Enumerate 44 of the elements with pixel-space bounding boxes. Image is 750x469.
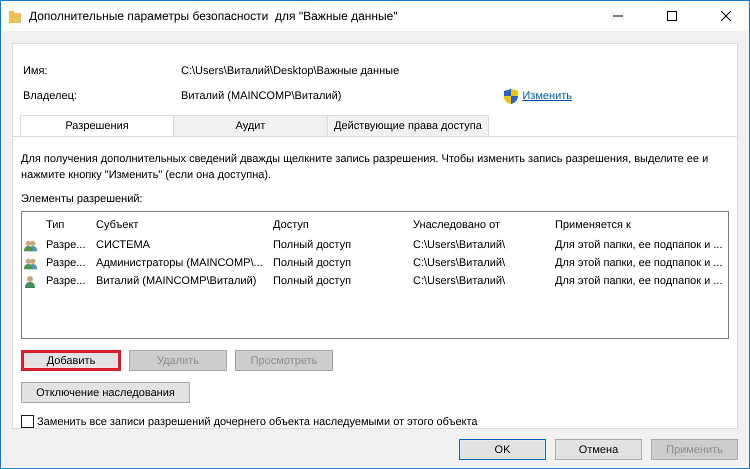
permissions-list-label: Элементы разрешений: bbox=[21, 193, 144, 206]
column-header[interactable]: Доступ bbox=[269, 219, 409, 232]
column-header[interactable]: Субъект bbox=[92, 219, 269, 232]
maximize-icon bbox=[667, 11, 677, 21]
table-cell-text: СИСТЕМА bbox=[95, 239, 151, 252]
close-icon bbox=[721, 11, 731, 21]
table-cell-text: Для этой папки, ее подпапок и ... bbox=[554, 257, 724, 270]
table-cell-text: C:\Users\Виталий\ bbox=[412, 275, 506, 288]
tab[interactable]: Действующие права доступа bbox=[327, 115, 489, 136]
table-cell-text: Для этой папки, ее подпапок и ... bbox=[554, 239, 724, 252]
window-title: Дополнительные параметры безопасности для "Важные данные" bbox=[29, 9, 399, 23]
shield-icon bbox=[504, 88, 518, 104]
table-cell-text: Для этой папки, ее подпапок и ... bbox=[554, 275, 724, 288]
description-text: Для получения дополнительных сведений дважды щелкните запись разрешения. Чтобы изменить запись разрешения, выделите ее и нажмите кнопку "Изменить" (если она доступна). bbox=[21, 152, 710, 184]
table-cell-text: Разре... bbox=[45, 257, 86, 270]
user-group-icon bbox=[24, 256, 38, 270]
user-group-icon bbox=[24, 238, 38, 252]
table-cell-text: Разре... bbox=[45, 239, 86, 252]
tab[interactable]: Аудит bbox=[173, 115, 328, 136]
tab[interactable]: Разрешения bbox=[20, 115, 174, 136]
name-label: Имя: bbox=[23, 64, 48, 77]
column-header[interactable]: Применяется к bbox=[551, 219, 728, 232]
change-owner-link[interactable]: Изменить bbox=[504, 88, 729, 104]
column-header[interactable]: Унаследовано от bbox=[409, 219, 551, 232]
table-cell-text: Полный доступ bbox=[272, 239, 352, 252]
checkbox-label: Заменить все записи разрешений дочернего объекта наследуемыми от этого объекта bbox=[37, 416, 478, 428]
dialog-button[interactable]: Отмена bbox=[555, 439, 642, 460]
name-value: C:\Users\Виталий\Desktop\Важные данные bbox=[181, 64, 400, 77]
table-cell-text: Администраторы (MAINCOMP\... bbox=[95, 257, 264, 270]
table-cell-text: Полный доступ bbox=[272, 275, 352, 288]
disable-inheritance-button[interactable]: Отключение наследования bbox=[21, 382, 190, 404]
table-cell-text: Виталий (MAINCOMP\Виталий) bbox=[95, 275, 258, 288]
column-header[interactable]: Тип bbox=[42, 219, 92, 232]
table-cell-text: Разре... bbox=[45, 275, 86, 288]
entry-button[interactable]: Добавить bbox=[21, 350, 121, 372]
user-icon bbox=[24, 274, 36, 288]
dialog-button[interactable]: OK bbox=[459, 439, 546, 460]
owner-label: Владелец: bbox=[23, 90, 78, 102]
table-cell-text: C:\Users\Виталий\ bbox=[412, 239, 506, 252]
owner-value: Виталий (MAINCOMP\Виталий) bbox=[181, 90, 342, 102]
table-cell-text: C:\Users\Виталий\ bbox=[412, 257, 506, 270]
table-cell-text: Полный доступ bbox=[272, 257, 352, 270]
checkbox[interactable] bbox=[21, 415, 34, 428]
folder-icon bbox=[9, 9, 21, 23]
